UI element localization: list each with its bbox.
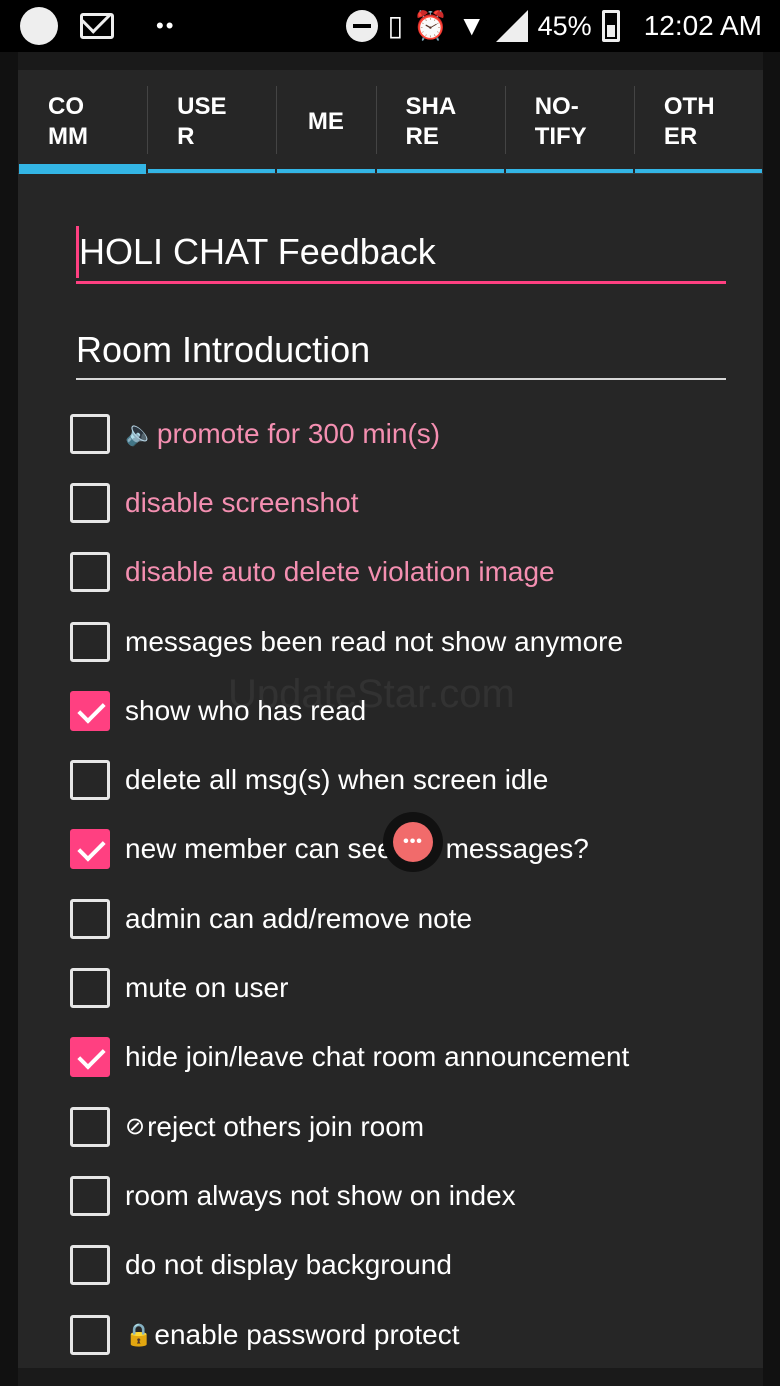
battery-charging-icon [601,10,620,42]
option-label: mute on user [125,972,289,1004]
option-label: admin can add/remove note [125,902,473,934]
tab-bar: CO MM USE R ME SHA RE NO- TIFY OTH ER [18,70,763,174]
tab-indicator [148,169,276,173]
option-mute-user[interactable]: mute on user [70,953,750,1022]
checkbox[interactable] [70,1175,110,1216]
watermark: UpdateStar.com [228,672,515,716]
tab-indicator [376,169,504,173]
checkbox[interactable] [70,482,110,523]
checkbox[interactable] [70,1314,110,1355]
tab-notify[interactable]: NO- TIFY [504,70,634,173]
battery-percent: 45% [537,10,592,41]
tab-other[interactable]: OTH ER [633,70,763,173]
checkbox[interactable] [70,413,110,454]
gmail-icon [80,13,114,39]
clock: 12:02 AM [643,10,762,41]
tab-share[interactable]: SHA RE [375,70,505,173]
alarm-icon: ⏰ [413,10,448,41]
tab-label: USE R [177,92,227,150]
option-hide-join-leave[interactable]: hide join/leave chat room announcement [70,1023,750,1092]
options-list: 🔈 promote for 300 min(s) disable screensh… [70,399,750,1368]
checkbox[interactable] [70,1106,110,1147]
lock-icon: 🔒 [125,1321,153,1347]
option-admin-note[interactable]: admin can add/remove note [70,884,750,953]
tab-indicator [277,169,375,173]
room-intro-input[interactable]: Room Introduction [76,322,726,380]
checkbox[interactable] [70,552,110,593]
option-label: delete all msg(s) when screen idle [125,764,549,796]
background-right [763,52,780,1386]
floating-chat-button[interactable]: ••• [383,812,443,872]
checkbox-checked[interactable] [70,1037,110,1078]
room-intro-value: Room Introduction [76,329,371,370]
option-delete-idle[interactable]: delete all msg(s) when screen idle [70,745,750,814]
tab-indicator [19,164,147,174]
room-title-input[interactable]: HOLI CHAT Feedback [76,222,726,284]
room-title-value: HOLI CHAT Feedback [79,230,436,272]
vibrate-icon: ▯ [387,10,404,41]
tab-user[interactable]: USE R [147,70,276,173]
option-password-protect[interactable]: 🔒 enable password protect [70,1300,750,1368]
option-read-not-show[interactable]: messages been read not show anymore [70,607,750,676]
checkbox[interactable] [70,898,110,939]
option-label: promote for 300 min(s) [156,417,441,449]
tab-indicator [634,169,763,173]
option-no-background[interactable]: do not display background [70,1231,750,1300]
tab-comm[interactable]: CO MM [18,70,147,174]
tab-label: OTH ER [663,92,715,150]
checkbox[interactable] [70,1245,110,1286]
tab-label: SHA RE [405,92,457,150]
option-label: hide join/leave chat room announcement [125,1041,630,1073]
checkbox[interactable] [70,621,110,662]
option-label: disable screenshot [125,486,359,518]
tab-me[interactable]: ME [276,70,375,173]
tab-label: NO- TIFY [534,92,587,150]
option-label: enable password protect [154,1318,460,1350]
option-label: new member can see old messages? [125,833,589,865]
option-label: reject others join room [147,1110,425,1142]
signal-icon [495,10,528,42]
tab-label: CO MM [48,92,88,150]
option-label: messages been read not show anymore [125,625,624,657]
option-not-show-index[interactable]: room always not show on index [70,1161,750,1230]
block-icon: ⊘ [125,1113,146,1141]
circle-icon [20,7,58,45]
tab-label: ME [307,107,344,135]
option-disable-auto-delete[interactable]: disable auto delete violation image [70,538,750,607]
checkbox[interactable] [70,760,110,801]
checkbox-checked[interactable] [70,829,110,870]
status-bar: •• ▯ ⏰ ▼ 45% 12:02 AM [0,0,780,52]
speaker-icon: 🔈 [125,420,155,448]
wifi-icon: ▼ [457,10,486,41]
checkbox-checked[interactable] [70,690,110,731]
option-label: disable auto delete violation image [125,556,555,588]
tab-indicator [505,169,633,173]
background-left [0,52,18,1386]
option-promote[interactable]: 🔈 promote for 300 min(s) [70,399,750,468]
option-reject-join[interactable]: ⊘ reject others join room [70,1092,750,1161]
option-label: do not display background [125,1249,452,1281]
dnd-icon [345,10,378,42]
option-disable-screenshot[interactable]: disable screenshot [70,468,750,537]
checkbox[interactable] [70,968,110,1009]
chat-bubble-icon: ••• [393,822,433,862]
room-settings-dialog: CO MM USE R ME SHA RE NO- TIFY OTH ER HO… [18,70,763,1368]
more-dots-icon: •• [156,13,176,38]
option-label: room always not show on index [125,1179,516,1211]
